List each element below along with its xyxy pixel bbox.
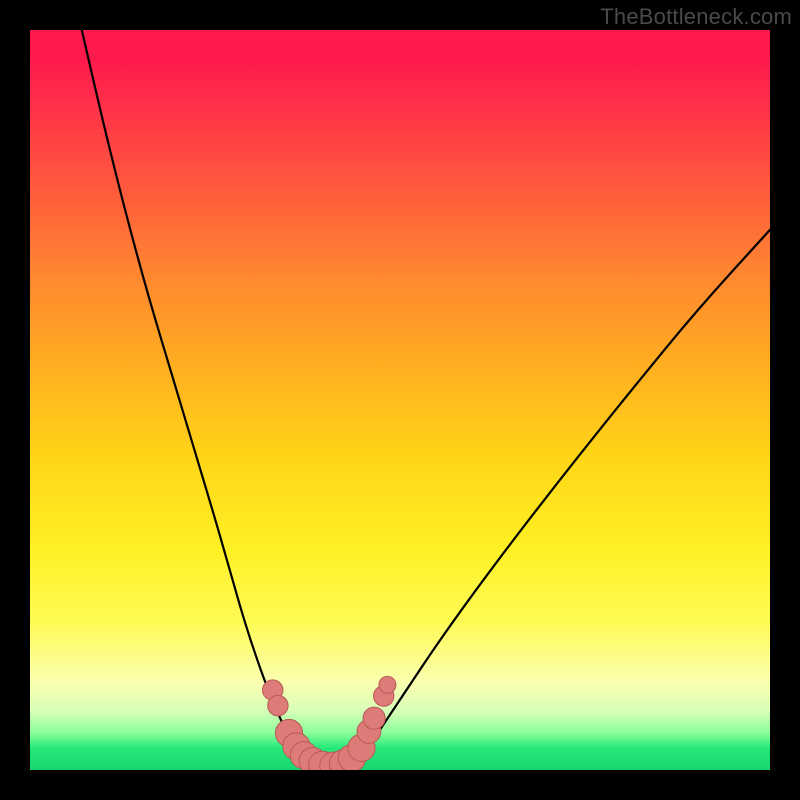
outer-frame: TheBottleneck.com [0,0,800,800]
data-point-marker [268,695,288,715]
data-point-markers [263,676,396,770]
data-point-marker [379,676,396,693]
chart-svg-overlay [30,30,770,770]
watermark-text: TheBottleneck.com [600,4,792,30]
bottleneck-curve-left [82,30,304,763]
bottleneck-curve-right [356,230,770,761]
data-point-marker [363,707,385,729]
plot-area [30,30,770,770]
